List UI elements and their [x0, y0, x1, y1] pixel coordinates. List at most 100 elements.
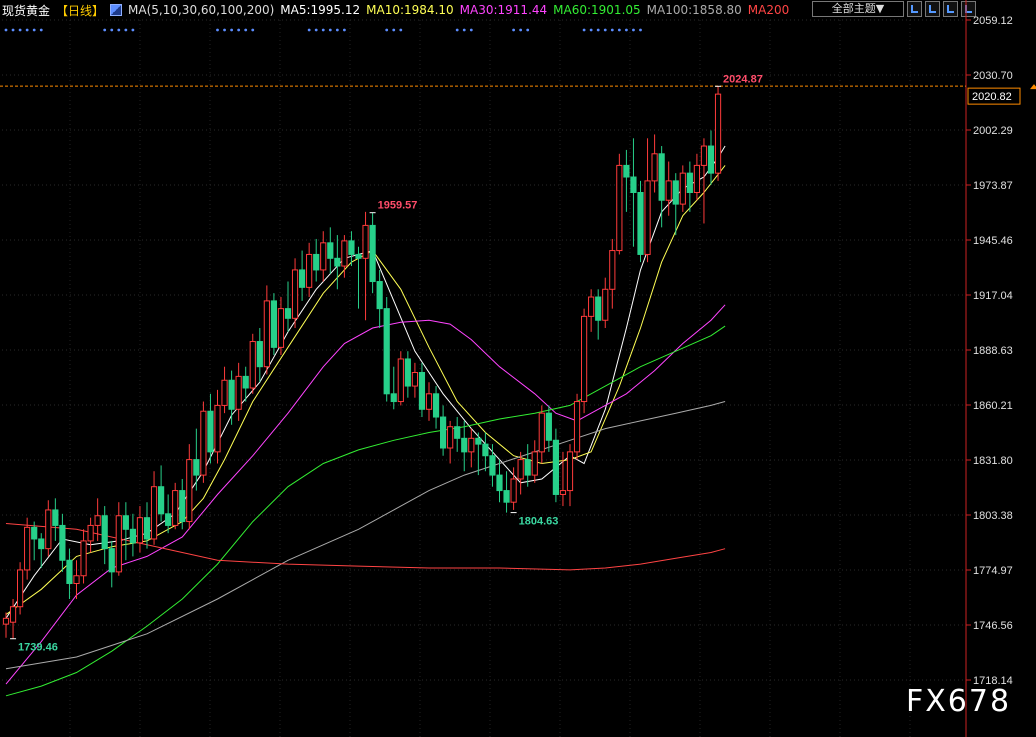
candlestick-chart[interactable]: 2059.12 2030.70 2002.29 1973.87 1945.46 1917.…	[0, 0, 1036, 737]
candle-up	[573, 401, 581, 453]
marker-dot	[526, 28, 530, 32]
candle-up	[341, 240, 348, 267]
candle-down	[496, 474, 503, 492]
marker-dot	[582, 28, 586, 32]
marker-dot	[617, 28, 621, 32]
watermark-logo: FX678	[906, 684, 1012, 719]
candle-down	[207, 410, 214, 453]
candle-down	[122, 515, 129, 530]
candle-down	[545, 412, 552, 441]
candle-down	[672, 180, 679, 205]
candle-up	[94, 515, 101, 526]
candle-down	[256, 341, 263, 368]
candle-up	[602, 288, 609, 321]
marker-dot	[639, 28, 642, 32]
marker-dot	[32, 28, 36, 32]
candle-up	[566, 451, 574, 492]
marker-dot	[328, 28, 332, 32]
candle-down	[369, 224, 376, 283]
current-price-label: 2020.82	[972, 91, 1012, 103]
marker-dot	[399, 28, 403, 32]
marker-dot	[469, 28, 473, 32]
marker-dot	[343, 28, 346, 32]
marker-dot	[117, 28, 121, 32]
candle-up	[693, 164, 700, 194]
candle-up	[80, 540, 87, 577]
candle-up	[9, 606, 17, 623]
marker-dot	[321, 28, 325, 32]
candle-down	[432, 393, 440, 418]
candle-down	[129, 528, 137, 544]
marker-dot	[131, 28, 135, 32]
candle-down	[108, 548, 115, 573]
marker-dot	[216, 28, 219, 32]
candle-down	[165, 513, 172, 526]
marker-dot	[39, 28, 43, 32]
y-tick-label-6: 1888.63	[973, 345, 1013, 357]
marker-dot	[335, 28, 339, 32]
candle-up	[679, 172, 686, 205]
y-tick-label-8: 1831.80	[973, 455, 1013, 467]
candle-up	[277, 308, 285, 348]
marker-dot	[18, 28, 22, 32]
marker-dot	[25, 28, 29, 32]
candle-up	[150, 486, 158, 540]
candle-up	[87, 524, 94, 542]
candle-up	[291, 269, 299, 319]
candle-up	[24, 526, 31, 571]
y-tick-label-0: 2059.12	[973, 15, 1013, 27]
candle-down	[595, 296, 602, 321]
candle-up	[200, 410, 207, 476]
candle-up	[538, 412, 545, 453]
annotation-high: 2024.87	[723, 73, 763, 85]
candle-down	[707, 145, 715, 174]
candle-down	[489, 455, 496, 476]
candle-down	[440, 416, 447, 449]
candle-up	[362, 224, 369, 259]
marker-dot	[110, 28, 114, 32]
candle-down	[59, 524, 66, 561]
marker-dot	[596, 28, 600, 32]
marker-dot	[455, 28, 459, 32]
candle-down	[313, 253, 320, 271]
candle-up	[531, 451, 538, 476]
candle-up	[644, 180, 651, 255]
candle-up	[186, 459, 193, 523]
marker-dot	[625, 28, 628, 32]
candle-down	[475, 437, 482, 445]
y-tick-label-1: 2030.70	[973, 70, 1013, 82]
candle-up	[235, 375, 242, 410]
marker-dot	[314, 28, 318, 32]
ma-line-ma100	[5, 401, 726, 670]
candle-up	[320, 242, 327, 271]
marker-dot	[103, 28, 107, 32]
candle-down	[503, 490, 510, 503]
candle-down	[179, 490, 186, 523]
marker-dot	[462, 28, 466, 32]
candle-down	[637, 192, 644, 255]
y-tick-label-4: 1945.46	[973, 235, 1013, 247]
y-tick-label-9: 1803.38	[973, 510, 1013, 522]
candle-up	[397, 358, 404, 403]
candle-up	[45, 509, 52, 550]
candle-up	[411, 372, 418, 387]
marker-dot	[632, 28, 635, 32]
candle-down	[158, 486, 165, 515]
ma-line-ma60	[5, 325, 726, 697]
candle-up	[665, 180, 672, 201]
y-tick-label-11: 1746.56	[973, 620, 1013, 632]
marker-dot	[385, 28, 389, 32]
marker-dot	[4, 28, 8, 32]
candle-down	[334, 257, 341, 267]
candle-down	[101, 515, 108, 550]
candle-up	[559, 490, 567, 495]
candle-up	[425, 393, 433, 410]
candle-down	[242, 375, 249, 389]
candle-down	[524, 459, 531, 476]
marker-dot	[11, 28, 15, 32]
candle-up	[616, 164, 623, 252]
candle-up	[115, 515, 122, 573]
candle-down	[418, 372, 426, 410]
candle-down	[623, 164, 630, 178]
candle-up	[136, 517, 144, 544]
